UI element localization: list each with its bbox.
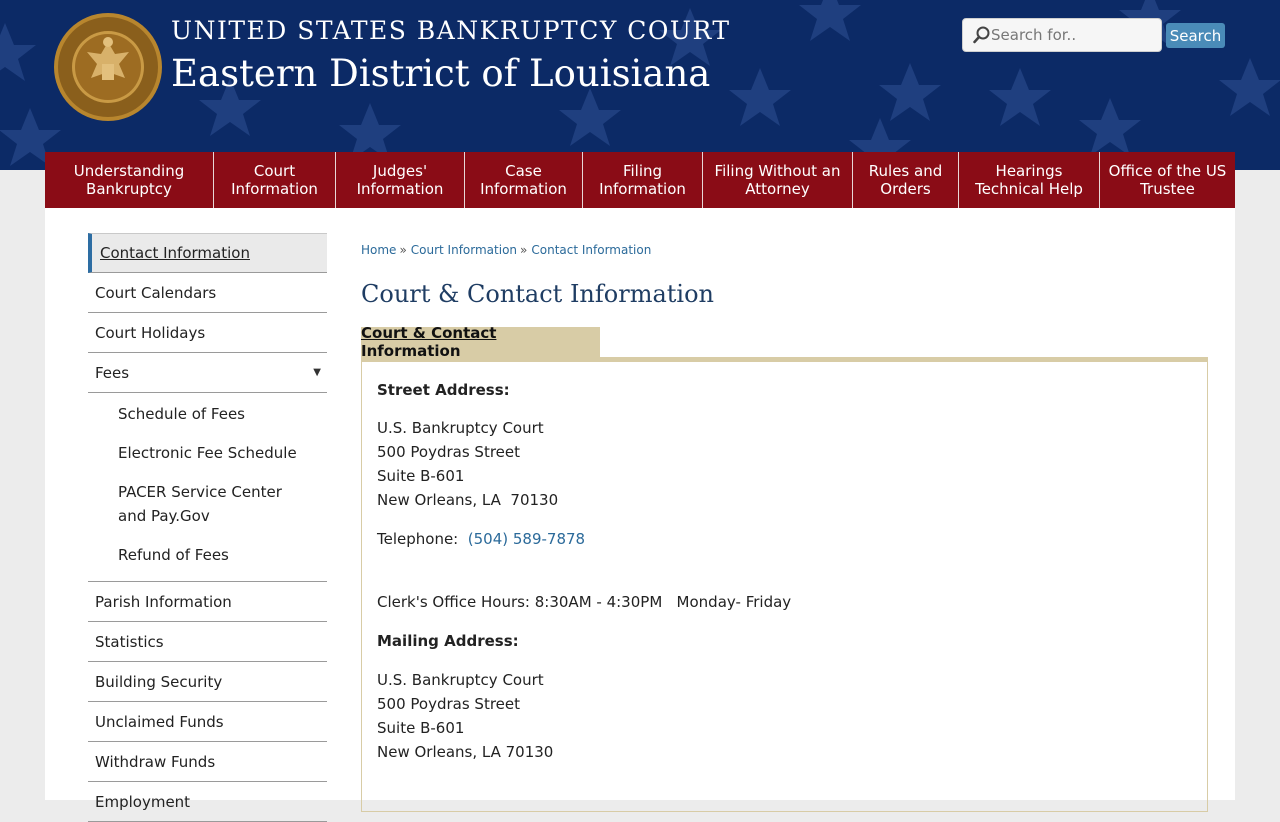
nav-filing-without-attorney[interactable]: Filing Without an Attorney (703, 152, 853, 208)
sidebar-item-withdraw-funds[interactable]: Withdraw Funds (88, 742, 327, 782)
breadcrumb: Home» Court Information» Contact Informati… (361, 243, 651, 257)
search-box (962, 18, 1162, 52)
search-button[interactable]: Search (1166, 23, 1225, 48)
sidebar-item-court-holidays[interactable]: Court Holidays (88, 313, 327, 353)
sidebar-item-building-security[interactable]: Building Security (88, 662, 327, 702)
fees-submenu: Schedule of Fees Electronic Fee Schedule… (88, 393, 327, 582)
breadcrumb-separator: » (520, 243, 528, 257)
mailing-address-line-4: New Orleans, LA 70130 (377, 743, 554, 761)
tab-court-contact-information[interactable]: Court & Contact Information (361, 324, 600, 360)
sidebar-item-court-calendars[interactable]: Court Calendars (88, 273, 327, 313)
page-title: Court & Contact Information (361, 280, 714, 308)
district-name: Eastern District of Louisiana (171, 52, 711, 95)
main-navigation: Understanding Bankruptcy Court Informati… (45, 152, 1235, 208)
street-address-line-4: New Orleans, LA 70130 (377, 491, 559, 509)
sidebar-subitem-refund-of-fees[interactable]: Refund of Fees (88, 535, 327, 574)
breadcrumb-court-information[interactable]: Court Information (411, 243, 517, 257)
expand-arrow-icon[interactable]: ▼ (313, 367, 321, 378)
nav-judges-information[interactable]: Judges' Information (336, 152, 465, 208)
nav-rules-and-orders[interactable]: Rules and Orders (853, 152, 959, 208)
nav-office-us-trustee[interactable]: Office of the US Trustee (1100, 152, 1235, 208)
search-input[interactable] (991, 24, 1156, 46)
street-address-line-1: U.S. Bankruptcy Court (377, 419, 544, 437)
sidebar-item-unclaimed-funds[interactable]: Unclaimed Funds (88, 702, 327, 742)
nav-understanding-bankruptcy[interactable]: Understanding Bankruptcy (45, 152, 214, 208)
sidebar-item-statistics[interactable]: Statistics (88, 622, 327, 662)
telephone-label: Telephone: (377, 530, 459, 548)
nav-filing-information[interactable]: Filing Information (583, 152, 703, 208)
breadcrumb-separator: » (399, 243, 407, 257)
sidebar-item-parish-information[interactable]: Parish Information (88, 582, 327, 622)
sidebar-item-employment[interactable]: Employment (88, 782, 327, 822)
mailing-address-line-1: U.S. Bankruptcy Court (377, 671, 544, 689)
breadcrumb-contact-information[interactable]: Contact Information (531, 243, 651, 257)
site-header: UNITED STATES BANKRUPTCY COURT Eastern D… (0, 0, 1280, 170)
sidebar-subitem-schedule-of-fees[interactable]: Schedule of Fees (88, 399, 327, 433)
clerk-office-hours: Clerk's Office Hours: 8:30AM - 4:30PM Mo… (377, 593, 792, 611)
telephone-row: Telephone: (504) 589-7878 (377, 527, 585, 551)
mailing-address-line-2: 500 Poydras Street (377, 695, 521, 713)
sidebar-subitem-electronic-fee-schedule[interactable]: Electronic Fee Schedule (88, 433, 327, 472)
search-icon (973, 26, 990, 44)
nav-court-information[interactable]: Court Information (214, 152, 336, 208)
breadcrumb-home[interactable]: Home (361, 243, 396, 257)
sidebar-item-fees-label: Fees (95, 363, 130, 382)
mailing-address-heading: Mailing Address: (377, 632, 519, 650)
telephone-link[interactable]: (504) 589-7878 (468, 530, 585, 548)
court-name: UNITED STATES BANKRUPTCY COURT (171, 16, 731, 45)
street-address-heading: Street Address: (377, 381, 510, 399)
sidebar-item-fees[interactable]: Fees ▼ (88, 353, 327, 393)
nav-case-information[interactable]: Case Information (465, 152, 583, 208)
sidebar-menu: Contact Information Court Calendars Cour… (88, 233, 327, 822)
sidebar-subitem-pacer-service-center[interactable]: PACER Service Center and Pay.Gov (88, 472, 327, 535)
mailing-address-line-3: Suite B-601 (377, 719, 465, 737)
nav-hearings-technical-help[interactable]: Hearings Technical Help (959, 152, 1100, 208)
street-address-line-3: Suite B-601 (377, 467, 465, 485)
court-seal-logo (54, 13, 162, 121)
sidebar-item-contact-information[interactable]: Contact Information (88, 233, 327, 273)
street-address-line-2: 500 Poydras Street (377, 443, 521, 461)
